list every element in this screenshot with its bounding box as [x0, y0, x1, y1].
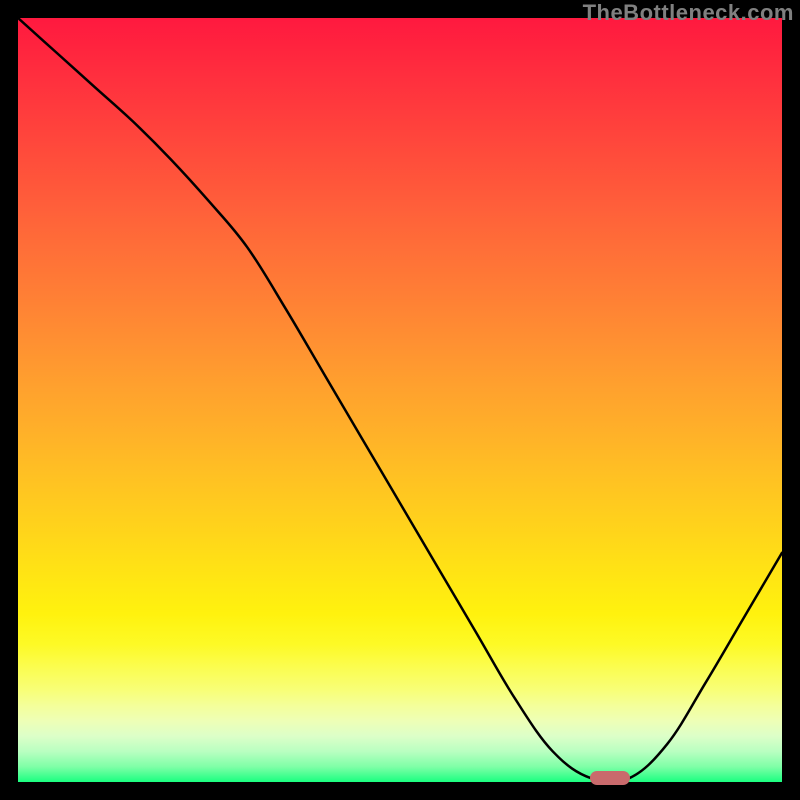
- plot-gradient-background: [18, 18, 782, 782]
- chart-container: TheBottleneck.com: [0, 0, 800, 800]
- attribution-text: TheBottleneck.com: [583, 0, 794, 26]
